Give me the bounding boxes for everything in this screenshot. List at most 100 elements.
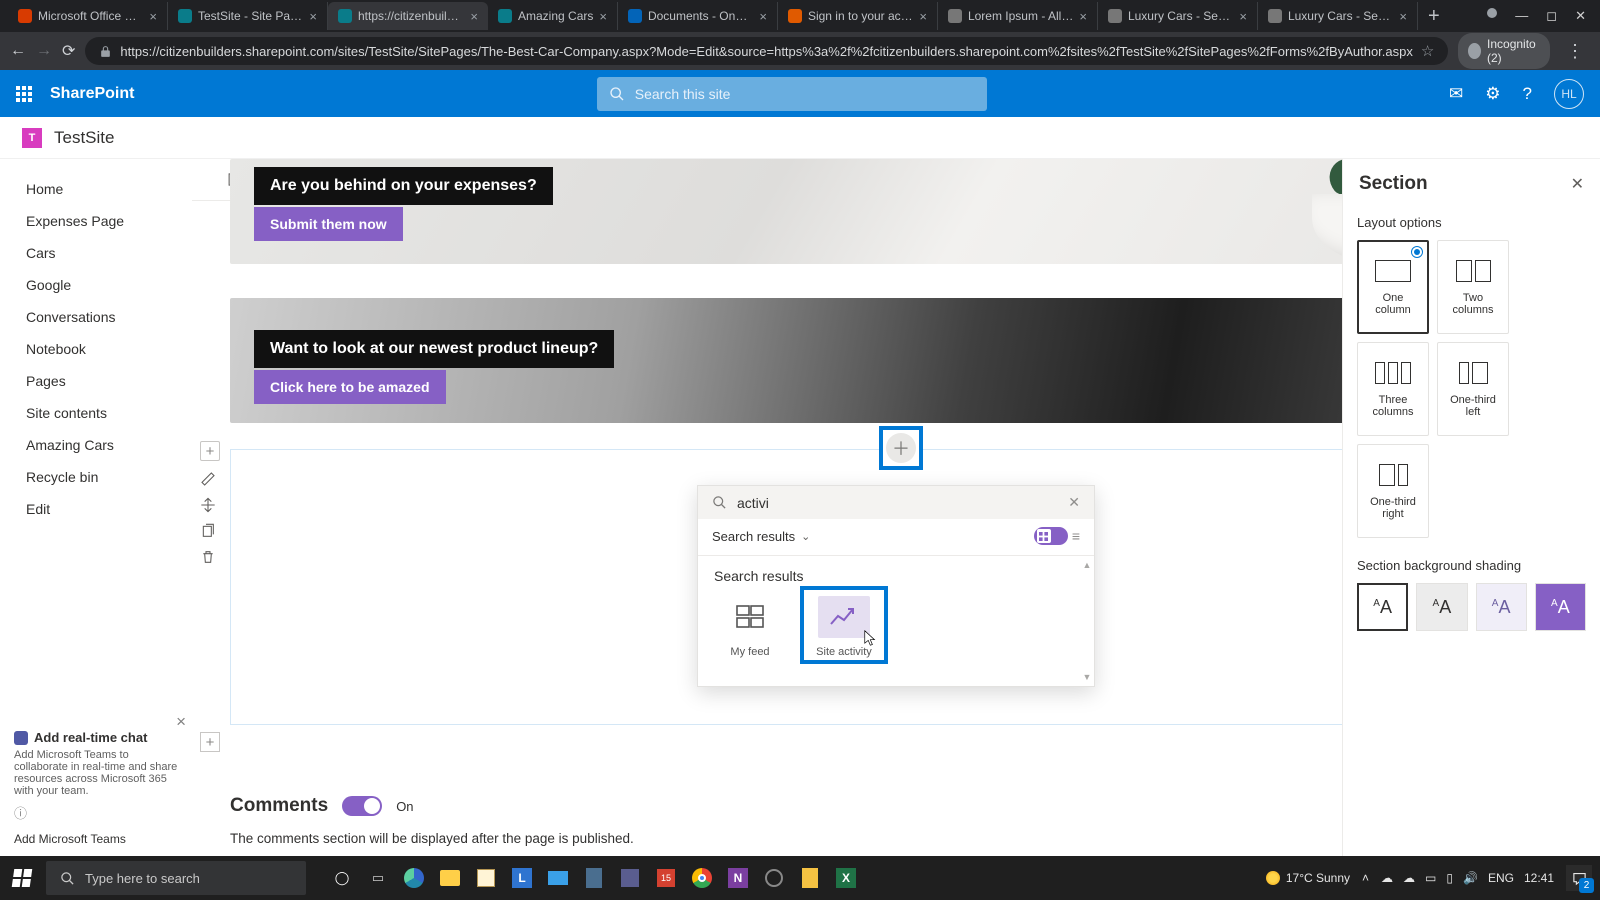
leftnav-item[interactable]: Notebook xyxy=(0,333,192,365)
tab-close-icon[interactable]: × xyxy=(309,9,317,24)
browser-tab[interactable]: Documents - OneDr× xyxy=(618,2,778,30)
add-section-below-button[interactable]: + xyxy=(200,732,220,752)
app-snip[interactable] xyxy=(614,862,646,894)
comments-toggle[interactable] xyxy=(342,796,382,816)
picker-clear-button[interactable]: ✕ xyxy=(1068,494,1080,511)
picker-scrollbar[interactable]: ▲▼ xyxy=(1082,560,1092,682)
shade-soft[interactable]: AA xyxy=(1476,583,1527,631)
leftnav-item[interactable]: Pages xyxy=(0,365,192,397)
new-tab-button[interactable]: + xyxy=(1418,5,1450,28)
browser-tab[interactable]: Microsoft Office Home× xyxy=(8,2,168,30)
taskbar-search[interactable]: Type here to search xyxy=(46,861,306,895)
battery-icon[interactable]: ▭ xyxy=(1425,871,1436,885)
help-icon[interactable]: ? xyxy=(1523,84,1532,104)
promo-info-icon[interactable]: ⓘ xyxy=(14,803,182,822)
volume-icon[interactable]: 🔊 xyxy=(1463,871,1478,885)
leftnav-item[interactable]: Home xyxy=(0,173,192,205)
network-icon[interactable]: ▯ xyxy=(1446,871,1453,885)
language-indicator[interactable]: ENG xyxy=(1488,871,1514,885)
picker-filter-label[interactable]: Search results xyxy=(712,529,795,544)
tab-close-icon[interactable]: × xyxy=(470,9,478,24)
tab-close-icon[interactable]: × xyxy=(1239,9,1247,24)
layout-option-tr[interactable]: One-thirdright xyxy=(1357,444,1429,538)
promo-close-button[interactable]: × xyxy=(176,712,186,732)
panel-close-button[interactable]: ✕ xyxy=(1571,174,1584,194)
onedrive2-icon[interactable]: ☁ xyxy=(1403,871,1415,885)
action-center-button[interactable]: 2 xyxy=(1566,865,1592,891)
weather-widget[interactable]: 17°C Sunny xyxy=(1266,871,1350,885)
browser-tab[interactable]: Sign in to your accou× xyxy=(778,2,938,30)
leftnav-item[interactable]: Recycle bin xyxy=(0,461,192,493)
browser-menu-button[interactable]: ⋮ xyxy=(1560,41,1590,62)
leftnav-item[interactable]: Cars xyxy=(0,237,192,269)
browser-tab[interactable]: TestSite - Site Pages - × xyxy=(168,2,328,30)
leftnav-item[interactable]: Conversations xyxy=(0,301,192,333)
user-avatar[interactable]: HL xyxy=(1554,79,1584,109)
suite-search-input[interactable] xyxy=(635,86,975,102)
picker-search-input[interactable] xyxy=(737,495,1058,511)
tab-close-icon[interactable]: × xyxy=(759,9,767,24)
close-window-button[interactable]: ✕ xyxy=(1575,8,1586,24)
app-excel[interactable]: X xyxy=(830,862,862,894)
view-list-button[interactable]: ≡ xyxy=(1072,528,1080,544)
webpart-my-feed[interactable]: My feed xyxy=(714,596,786,658)
add-webpart-button[interactable]: ＋ xyxy=(879,426,923,470)
app-taskview[interactable]: ▭ xyxy=(362,862,394,894)
tab-close-icon[interactable]: × xyxy=(919,9,927,24)
leftnav-item[interactable]: Google xyxy=(0,269,192,301)
tray-chevron-icon[interactable]: ˄ xyxy=(1362,871,1369,885)
layout-option-one[interactable]: Onecolumn xyxy=(1357,240,1429,334)
share-icon[interactable]: ✉ xyxy=(1449,84,1463,104)
browser-tab[interactable]: Luxury Cars - Sedans,× xyxy=(1258,2,1418,30)
app-edge[interactable] xyxy=(398,862,430,894)
app-generic-blue[interactable]: L xyxy=(506,862,538,894)
layout-option-tl[interactable]: One-thirdleft xyxy=(1437,342,1509,436)
layout-option-two[interactable]: Twocolumns xyxy=(1437,240,1509,334)
tab-close-icon[interactable]: × xyxy=(599,9,607,24)
reload-button[interactable]: ⟳ xyxy=(62,41,75,61)
forward-button[interactable]: → xyxy=(36,42,52,60)
browser-tab[interactable]: https://citizenbuilders× xyxy=(328,2,488,30)
site-name[interactable]: TestSite xyxy=(54,128,114,148)
promo-action-link[interactable]: Add Microsoft Teams xyxy=(14,832,182,846)
hero-products-button[interactable]: Click here to be amazed xyxy=(254,370,446,404)
start-button[interactable] xyxy=(0,856,44,900)
duplicate-section-icon[interactable] xyxy=(200,523,216,539)
layout-option-three[interactable]: Threecolumns xyxy=(1357,342,1429,436)
bookmark-star-icon[interactable]: ☆ xyxy=(1421,42,1434,60)
back-button[interactable]: ← xyxy=(10,42,26,60)
edit-section-icon[interactable] xyxy=(200,471,216,487)
app-cortana[interactable]: ◯ xyxy=(326,862,358,894)
filter-chevron-icon[interactable]: ⌄ xyxy=(801,530,810,543)
clock[interactable]: 12:41 xyxy=(1524,871,1554,885)
site-logo[interactable]: T xyxy=(22,128,42,148)
leftnav-item[interactable]: Site contents xyxy=(0,397,192,429)
shade-strong[interactable]: AA xyxy=(1535,583,1586,631)
browser-tab[interactable]: Luxury Cars - Sedans,× xyxy=(1098,2,1258,30)
onedrive-icon[interactable]: ☁ xyxy=(1381,871,1393,885)
minimize-button[interactable]: — xyxy=(1515,8,1528,24)
suite-brand[interactable]: SharePoint xyxy=(50,85,134,103)
tab-close-icon[interactable]: × xyxy=(1079,9,1087,24)
app-onenote[interactable]: N xyxy=(722,862,754,894)
delete-section-icon[interactable] xyxy=(200,549,216,565)
browser-tab[interactable]: Amazing Cars× xyxy=(488,2,618,30)
hero-expenses-button[interactable]: Submit them now xyxy=(254,207,403,241)
add-section-button[interactable]: + xyxy=(200,441,220,461)
maximize-button[interactable]: ◻ xyxy=(1546,8,1557,24)
app-obs[interactable] xyxy=(758,862,790,894)
leftnav-item[interactable]: Expenses Page xyxy=(0,205,192,237)
app-store[interactable] xyxy=(470,862,502,894)
webpart-site-activity[interactable]: Site activity xyxy=(808,596,880,658)
leftnav-item[interactable]: Edit xyxy=(0,493,192,525)
app-launcher-icon[interactable] xyxy=(16,86,32,102)
app-mail[interactable] xyxy=(542,862,574,894)
app-todo[interactable]: 15 xyxy=(650,862,682,894)
incognito-badge[interactable]: Incognito (2) xyxy=(1458,33,1550,69)
address-bar[interactable]: https://citizenbuilders.sharepoint.com/s… xyxy=(85,37,1448,65)
app-chrome[interactable] xyxy=(686,862,718,894)
app-calculator[interactable] xyxy=(578,862,610,894)
app-power[interactable] xyxy=(794,862,826,894)
move-section-icon[interactable] xyxy=(200,497,216,513)
shade-none[interactable]: AA xyxy=(1357,583,1408,631)
